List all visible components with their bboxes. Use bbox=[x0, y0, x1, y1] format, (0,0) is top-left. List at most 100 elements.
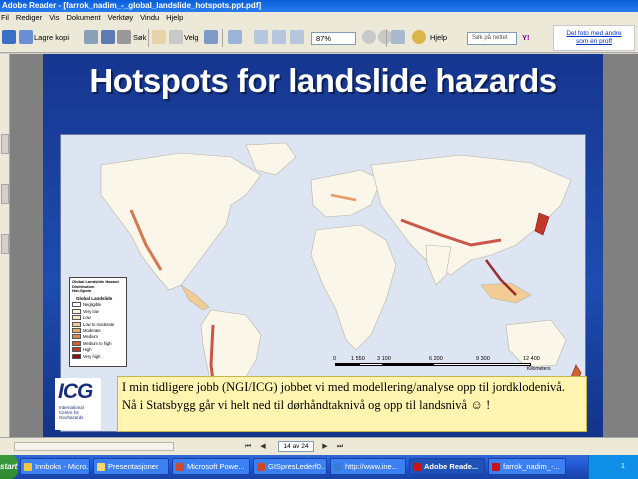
navigation-panel bbox=[0, 54, 10, 437]
legend-label: Negligible bbox=[83, 302, 102, 308]
ad-line-2: som en proff bbox=[575, 38, 612, 45]
legend-label: Low bbox=[83, 315, 91, 321]
open-icon[interactable] bbox=[2, 30, 16, 44]
tray-clock: 1 bbox=[621, 463, 625, 470]
powerpoint-icon bbox=[257, 463, 265, 471]
outlook-icon bbox=[24, 463, 32, 471]
page-number-field[interactable]: 14 av 24 bbox=[278, 441, 314, 452]
legend-label: Very low bbox=[83, 308, 99, 314]
task-label: GISpresLederf0... bbox=[268, 462, 327, 471]
menu-help[interactable]: Hjelp bbox=[166, 12, 183, 23]
adobe-reader-window: Adobe Reader - [farrok_nadim_-_global_la… bbox=[0, 0, 638, 479]
legend-swatch bbox=[72, 347, 81, 353]
windows-taskbar: start Innboks - Micro... Presentasjoner … bbox=[0, 455, 638, 479]
search-button[interactable]: Søk bbox=[133, 30, 146, 46]
logo-subtitle: International Centre for Geohazards bbox=[59, 405, 84, 421]
task-pdf-file[interactable]: farrok_nadim_-... bbox=[488, 458, 566, 475]
zoom-input[interactable]: 87% bbox=[311, 32, 356, 45]
adobe-reader-icon bbox=[413, 463, 421, 471]
legend-swatch bbox=[72, 315, 81, 321]
title-bar[interactable]: Adobe Reader - [farrok_nadim_-_global_la… bbox=[0, 0, 638, 12]
scale-segment bbox=[433, 363, 531, 366]
previous-page-icon[interactable]: ◀ bbox=[258, 442, 268, 451]
binoculars-icon[interactable] bbox=[117, 30, 131, 44]
zoom-out-icon[interactable] bbox=[362, 30, 376, 44]
legend-swatch bbox=[72, 308, 81, 314]
snapshot-icon[interactable] bbox=[204, 30, 218, 44]
task-label: Innboks - Micro... bbox=[35, 462, 90, 471]
logo-sub-line: Geohazards bbox=[59, 415, 84, 421]
web-search-input[interactable]: Søk på nettet bbox=[467, 32, 517, 45]
task-inbox[interactable]: Innboks - Micro... bbox=[20, 458, 90, 475]
logo-text: ICG bbox=[58, 380, 93, 403]
task-label: Presentasjoner bbox=[108, 462, 159, 471]
scale-label: 9 300 bbox=[476, 356, 490, 362]
rotate-icon[interactable] bbox=[391, 30, 405, 44]
legend-swatch bbox=[72, 321, 81, 327]
menu-view[interactable]: Vis bbox=[49, 12, 59, 23]
icg-logo: ICG International Centre for Geohazards bbox=[55, 378, 101, 430]
task-label: Microsoft Powe... bbox=[187, 462, 245, 471]
browser-icon bbox=[334, 463, 342, 471]
scale-label: 6 200 bbox=[429, 356, 443, 362]
toolbar-divider bbox=[148, 29, 149, 47]
ad-line-1: Del foto med andre bbox=[566, 30, 622, 37]
task-browser[interactable]: http://www.ine... bbox=[330, 458, 406, 475]
yahoo-search-button[interactable]: Y! bbox=[522, 30, 530, 46]
help-button[interactable]: Hjelp bbox=[430, 30, 447, 46]
legend-label: Low to moderate bbox=[83, 321, 115, 327]
save-icon[interactable] bbox=[19, 30, 33, 44]
task-label: http://www.ine... bbox=[345, 462, 398, 471]
task-adobe-reader[interactable]: Adobe Reade... bbox=[409, 458, 485, 475]
pdf-page: Hotspots for landslide hazards Global La… bbox=[43, 54, 603, 437]
scale-unit: Kilometers bbox=[527, 366, 551, 372]
menu-edit[interactable]: Rediger bbox=[16, 12, 42, 23]
next-page-icon[interactable]: ▶ bbox=[320, 442, 330, 451]
menu-bar: Fil Rediger Vis Dokument Verktøy Vindu Hjelp bbox=[0, 12, 638, 23]
folder-icon bbox=[97, 463, 105, 471]
hand-tool-icon[interactable] bbox=[152, 30, 166, 44]
menu-file[interactable]: Fil bbox=[1, 12, 9, 23]
select-button[interactable]: Velg bbox=[184, 30, 199, 46]
menu-window[interactable]: Vindu bbox=[140, 12, 159, 23]
email-icon[interactable] bbox=[101, 30, 115, 44]
bookmarks-tab[interactable] bbox=[1, 134, 9, 154]
map-scale-bar: 0 1 550 3 100 6 200 9 300 12 400 Kilomet… bbox=[333, 356, 563, 372]
select-text-icon[interactable] bbox=[169, 30, 183, 44]
help-icon[interactable] bbox=[412, 30, 426, 44]
start-button[interactable]: start bbox=[0, 455, 18, 479]
scale-label: 3 100 bbox=[377, 356, 391, 362]
zoom-plus-icon[interactable] bbox=[378, 30, 392, 44]
menu-tools[interactable]: Verktøy bbox=[108, 12, 133, 23]
first-page-icon[interactable]: ⏮ bbox=[243, 442, 253, 451]
page-navigation-bar: ⏮ ◀ 14 av 24 ▶ ⏭ bbox=[0, 437, 638, 455]
toolbar-divider bbox=[386, 29, 387, 47]
map-legend: Global Landslide Hazard Distribution Hot… bbox=[69, 277, 127, 367]
print-icon[interactable] bbox=[84, 30, 98, 44]
legend-swatch bbox=[72, 353, 81, 359]
layers-tab[interactable] bbox=[1, 234, 9, 254]
legend-swatch bbox=[72, 302, 81, 308]
legend-label: Very high bbox=[83, 353, 101, 359]
ad-banner[interactable]: Del foto med andre som en proff bbox=[553, 25, 635, 51]
legend-title-line-2: Hot-Spots bbox=[72, 288, 92, 294]
task-gispres[interactable]: GISpresLederf0... bbox=[253, 458, 327, 475]
fit-width-icon[interactable] bbox=[290, 30, 304, 44]
legend-label: Moderate bbox=[83, 328, 101, 334]
pages-tab[interactable] bbox=[1, 184, 9, 204]
fit-page-icon[interactable] bbox=[272, 30, 286, 44]
task-presentations[interactable]: Presentasjoner bbox=[93, 458, 169, 475]
pdf-icon bbox=[492, 463, 500, 471]
zoom-in-icon[interactable] bbox=[228, 30, 242, 44]
legend-label: High bbox=[83, 347, 92, 353]
legend-subtitle: Global Landslide bbox=[76, 295, 113, 301]
actual-size-icon[interactable] bbox=[254, 30, 268, 44]
scale-label: 0 bbox=[333, 356, 337, 362]
scale-label: 1 550 bbox=[351, 356, 365, 362]
save-copy-button[interactable]: Lagre kopi bbox=[34, 30, 69, 46]
horizontal-scrollbar[interactable] bbox=[14, 442, 174, 451]
task-powerpoint[interactable]: Microsoft Powe... bbox=[172, 458, 250, 475]
last-page-icon[interactable]: ⏭ bbox=[335, 442, 345, 451]
menu-document[interactable]: Dokument bbox=[66, 12, 100, 23]
legend-swatch bbox=[72, 340, 81, 346]
